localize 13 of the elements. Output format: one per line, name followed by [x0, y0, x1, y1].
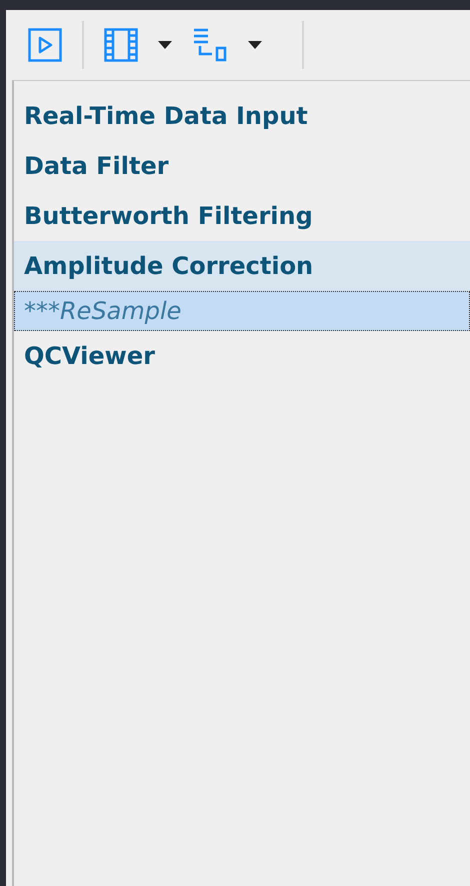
film-strip-icon [104, 28, 138, 62]
pipeline-item[interactable]: Amplitude Correction [14, 241, 470, 291]
play-icon [28, 28, 62, 62]
caret-icon [248, 41, 262, 49]
dropdown-button[interactable] [192, 28, 262, 62]
toolbar-button[interactable] [28, 28, 62, 62]
pipeline-item[interactable]: Real-Time Data Input [14, 91, 470, 141]
pipeline-item[interactable]: Butterworth Filtering [14, 191, 470, 241]
pipeline-item[interactable]: QCViewer [14, 331, 470, 381]
caret-icon [158, 41, 172, 49]
dropdown-button[interactable] [104, 28, 172, 62]
pipeline-item[interactable]: Data Filter [14, 141, 470, 191]
tree-layout-icon [192, 28, 228, 62]
